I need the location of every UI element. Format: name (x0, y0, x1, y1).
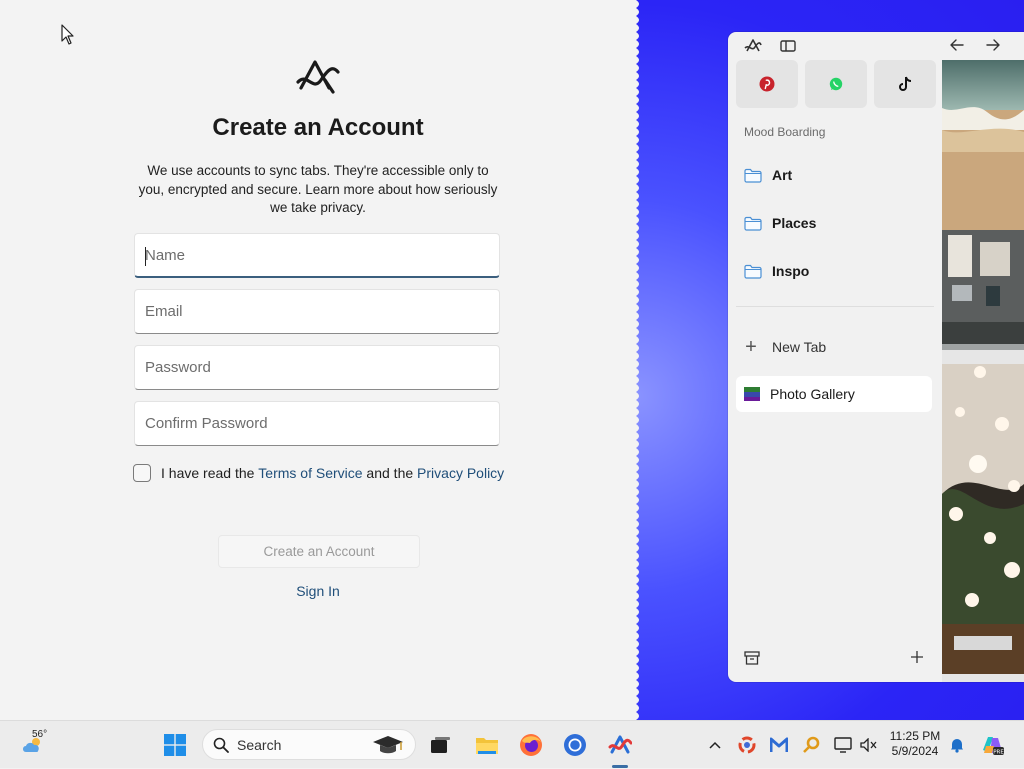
folder-inspo[interactable]: Inspo (744, 259, 809, 283)
notifications-button[interactable] (946, 721, 968, 769)
arc-browser-icon (608, 735, 632, 754)
copilot-icon: PRE (983, 737, 1004, 756)
tray-display-button[interactable] (832, 721, 854, 769)
start-button[interactable] (158, 721, 192, 769)
email-input[interactable] (135, 290, 499, 333)
add-icon[interactable] (910, 650, 924, 664)
tray-app-3[interactable] (800, 721, 822, 769)
bell-icon (951, 739, 963, 753)
agree-middle-text: and the (362, 465, 418, 481)
mouse-cursor-icon (61, 24, 74, 45)
tray-swirl-icon (738, 736, 756, 754)
plus-icon: + (745, 336, 757, 358)
folder-icon (744, 168, 762, 183)
tab-photo-gallery[interactable]: Photo Gallery (736, 376, 932, 412)
tray-app-1[interactable] (736, 721, 758, 769)
tray-volume-button[interactable] (858, 721, 880, 769)
name-input[interactable] (135, 234, 499, 276)
confirm-password-field[interactable] (134, 401, 500, 446)
folder-icon (744, 264, 762, 279)
firefox-icon (520, 734, 542, 756)
folder-places[interactable]: Places (744, 211, 816, 235)
terms-agreement: I have read the Terms of Service and the… (133, 463, 504, 483)
taskbar-clock[interactable]: 11:25 PM 5/9/2024 (884, 729, 946, 759)
task-view-icon (431, 737, 450, 753)
create-account-button[interactable]: Create an Account (218, 535, 420, 568)
folder-label: Inspo (772, 263, 810, 279)
terms-of-service-link[interactable]: Terms of Service (258, 465, 362, 481)
chrome-icon (564, 734, 586, 756)
string-lights-photo (942, 364, 1024, 674)
agree-prefix-text: I have read the (161, 465, 259, 481)
favorite-tiktok[interactable] (874, 60, 936, 108)
tab-title: Photo Gallery (770, 386, 855, 402)
favorite-whatsapp[interactable] (805, 60, 867, 108)
show-hidden-icons-button[interactable] (704, 721, 726, 769)
arc-menu-icon[interactable] (744, 38, 762, 54)
text-caret (145, 247, 146, 266)
name-field[interactable] (134, 233, 500, 278)
clock-date: 5/9/2024 (891, 744, 939, 758)
folder-label: Places (772, 215, 817, 231)
archive-icon[interactable] (744, 650, 760, 666)
new-tab-label: New Tab (772, 339, 827, 355)
chevron-up-icon (709, 741, 721, 749)
browser-sidebar-window: Mood Boarding Art Places Inspo + New Tab (728, 32, 1024, 682)
photo-gallery-favicon-icon (744, 387, 760, 401)
chrome-button[interactable] (560, 721, 590, 769)
clock-time: 11:25 PM (889, 729, 941, 743)
volume-muted-icon (860, 738, 877, 752)
terms-checkbox[interactable] (133, 464, 151, 482)
file-explorer-button[interactable] (472, 721, 502, 769)
folder-label: Art (772, 167, 793, 183)
password-field[interactable] (134, 345, 500, 390)
sidebar-toolbar (728, 32, 1000, 60)
sidebar-toggle-icon[interactable] (780, 40, 796, 52)
signup-description: We use accounts to sync tabs. They're ac… (138, 163, 498, 215)
privacy-policy-link[interactable]: Privacy Policy (417, 465, 504, 481)
svg-text:PRE: PRE (993, 750, 1004, 756)
weather-temperature: 56° (32, 729, 48, 740)
arc-browser-button[interactable] (604, 721, 636, 769)
display-icon (834, 737, 852, 753)
graduation-cap-icon (373, 736, 403, 754)
windows-start-icon (164, 734, 186, 756)
tray-key-icon (803, 736, 820, 753)
search-label: Search (237, 736, 282, 753)
sign-in-link[interactable]: Sign In (0, 583, 636, 599)
tiktok-icon (899, 76, 912, 91)
email-field[interactable] (134, 289, 500, 334)
wavy-divider (630, 0, 639, 720)
search-icon (213, 737, 229, 753)
tray-m-icon (770, 737, 788, 752)
whatsapp-icon (829, 77, 843, 91)
space-label: Mood Boarding (744, 125, 826, 139)
folder-art[interactable]: Art (744, 163, 792, 187)
taskbar: 56° Search 11:25 PM 5/9/2024 PRE (0, 720, 1024, 768)
signup-pane: Create an Account We use accounts to syn… (0, 0, 636, 720)
copilot-button[interactable]: PRE (978, 721, 1006, 769)
favorite-pinterest[interactable] (736, 60, 798, 108)
arc-logo-icon (296, 60, 340, 94)
forward-arrow-icon[interactable] (986, 39, 1000, 51)
confirm-password-input[interactable] (135, 402, 499, 445)
firefox-button[interactable] (516, 721, 546, 769)
new-tab-button[interactable]: + New Tab (744, 336, 826, 358)
password-input[interactable] (135, 346, 499, 389)
file-explorer-icon (476, 738, 498, 754)
back-arrow-icon[interactable] (950, 39, 964, 51)
page-title: Create an Account (212, 114, 424, 141)
folder-icon (744, 216, 762, 231)
tray-app-2[interactable] (768, 721, 790, 769)
taskbar-search[interactable]: Search (202, 729, 416, 760)
beach-aerial-photo (942, 60, 1024, 350)
task-view-button[interactable] (426, 721, 456, 769)
photo-gallery-preview (942, 60, 1024, 682)
pinterest-icon (759, 76, 775, 92)
divider (736, 306, 934, 307)
